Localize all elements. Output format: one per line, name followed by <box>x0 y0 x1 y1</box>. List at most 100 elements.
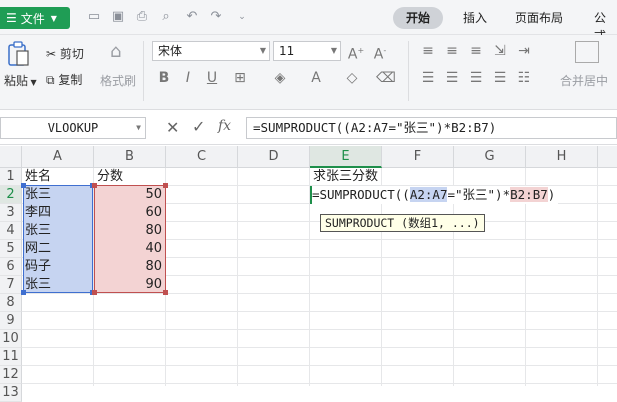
row-header-4[interactable]: 4 <box>0 222 22 240</box>
cell-b3[interactable]: 60 <box>94 204 166 222</box>
row-header-8[interactable]: 8 <box>0 294 22 312</box>
function-tooltip[interactable]: SUMPRODUCT (数组1, ...) <box>320 214 485 232</box>
cell-b6[interactable]: 80 <box>94 258 166 276</box>
format-painter-button[interactable]: 格式刷 <box>100 72 136 89</box>
formula-suffix: ) <box>547 187 556 202</box>
column-header-d[interactable]: D <box>238 146 310 168</box>
cancel-icon[interactable]: ✕ <box>166 118 179 137</box>
chevron-down-icon: ▼ <box>136 123 141 132</box>
align-middle-icon[interactable]: ≡ <box>442 41 462 61</box>
align-left-icon[interactable]: ☰ <box>418 68 438 88</box>
justify-icon[interactable]: ☰ <box>490 68 510 88</box>
font-name-select[interactable]: 宋体 ▼ <box>152 41 270 61</box>
cell-b4[interactable]: 80 <box>94 222 166 240</box>
folder-open-icon[interactable]: ▭ <box>86 9 102 25</box>
chevron-down-icon: ▼ <box>259 46 266 55</box>
row-header-1[interactable]: 1 <box>0 168 22 186</box>
font-color-icon[interactable]: A <box>306 68 326 88</box>
underline-icon[interactable]: U <box>202 68 222 88</box>
name-box-value: VLOOKUP <box>47 121 99 135</box>
tab-insert[interactable]: 插入 <box>463 9 487 27</box>
paste-button[interactable]: 粘贴 ▼ <box>4 72 37 89</box>
tab-home[interactable]: 开始 <box>393 7 443 29</box>
gridline <box>22 311 617 312</box>
row-header-12[interactable]: 12 <box>0 366 22 384</box>
decrease-font-icon[interactable]: A- <box>370 41 390 63</box>
indent-icon[interactable]: ⇥ <box>514 41 534 61</box>
cell-b7[interactable]: 90 <box>94 276 166 294</box>
customize-toolbar-icon[interactable]: ⌄ <box>234 9 250 25</box>
cell-a6[interactable]: 码子 <box>25 258 51 276</box>
column-header-f[interactable]: F <box>382 146 454 168</box>
font-size-select[interactable]: 11 ▼ <box>273 41 341 61</box>
cell-a7[interactable]: 张三 <box>25 276 51 294</box>
row-header-5[interactable]: 5 <box>0 240 22 258</box>
row-header-7[interactable]: 7 <box>0 276 22 294</box>
row-header-10[interactable]: 10 <box>0 330 22 348</box>
gridline <box>237 168 238 386</box>
bold-icon[interactable]: B <box>154 68 174 88</box>
spreadsheet-grid: A B C D E F G H 1 2 3 4 5 6 7 8 9 10 11 … <box>0 146 617 402</box>
cell-a1[interactable]: 姓名 <box>25 168 51 186</box>
eraser-icon[interactable]: ⌫ <box>376 68 396 88</box>
border-icon[interactable]: ⊞ <box>230 68 250 88</box>
italic-icon[interactable]: I <box>178 68 198 88</box>
row-header-3[interactable]: 3 <box>0 204 22 222</box>
cell-a3[interactable]: 李四 <box>25 204 51 222</box>
merge-cells-icon <box>575 41 599 63</box>
print-preview-icon[interactable]: ⌕ <box>158 9 174 25</box>
column-header-h[interactable]: H <box>526 146 598 168</box>
select-all-corner[interactable] <box>0 146 22 168</box>
clear-format-icon[interactable]: ◇ <box>342 68 362 88</box>
name-box[interactable]: VLOOKUP ▼ <box>0 117 146 139</box>
cell-a2[interactable]: 张三 <box>25 186 51 204</box>
column-header-a[interactable]: A <box>22 146 94 168</box>
cell-a4[interactable]: 张三 <box>25 222 51 240</box>
confirm-icon[interactable]: ✓ <box>192 117 205 136</box>
save-icon[interactable]: ▣ <box>110 9 126 25</box>
copy-button[interactable]: ⧉ 复制 <box>46 71 82 88</box>
row-header-9[interactable]: 9 <box>0 312 22 330</box>
align-center-icon[interactable]: ☰ <box>442 68 462 88</box>
formula-ref-b: B2:B7 <box>510 187 548 202</box>
column-header-c[interactable]: C <box>166 146 238 168</box>
tab-page-layout[interactable]: 页面布局 <box>515 9 563 27</box>
align-bottom-icon[interactable]: ≡ <box>466 41 486 61</box>
cell-e2-formula-editor[interactable]: =SUMPRODUCT((A2:A7="张三")*B2:B7) <box>312 186 559 204</box>
insert-function-button[interactable]: fx <box>218 118 231 134</box>
paste-icon[interactable] <box>4 41 32 67</box>
row-header-13[interactable]: 13 <box>0 384 22 402</box>
distributed-icon[interactable]: ☷ <box>514 68 534 88</box>
row-header-2[interactable]: 2 <box>0 186 22 204</box>
ribbon-divider <box>143 41 144 101</box>
file-menu-label: 文件 <box>20 11 45 26</box>
column-header-b[interactable]: B <box>94 146 166 168</box>
formula-prefix: =SUMPRODUCT(( <box>312 187 410 202</box>
redo-icon[interactable]: ↷ <box>208 9 224 25</box>
column-header-i[interactable] <box>598 146 617 168</box>
orientation-icon[interactable]: ⇲ <box>490 41 510 61</box>
row-header-6[interactable]: 6 <box>0 258 22 276</box>
cell-b2[interactable]: 50 <box>94 186 166 204</box>
fill-color-icon[interactable]: ◈ <box>270 68 290 88</box>
column-header-g[interactable]: G <box>454 146 526 168</box>
title-bar: ☰ 文件 ▼ ▭ ▣ ⎙ ⌕ ↶ ↷ ⌄ 开始 插入 页面布局 公式 <box>0 0 617 43</box>
formula-middle: ="张三")* <box>447 187 511 202</box>
cut-button[interactable]: ✂ 剪切 <box>46 45 84 62</box>
increase-font-icon[interactable]: A+ <box>346 41 366 63</box>
align-right-icon[interactable]: ☰ <box>466 68 486 88</box>
file-menu-button[interactable]: ☰ 文件 ▼ <box>0 7 70 29</box>
align-top-icon[interactable]: ≡ <box>418 41 438 61</box>
cell-b1[interactable]: 分数 <box>97 168 123 186</box>
font-size-value: 11 <box>279 44 295 58</box>
cell-b5[interactable]: 40 <box>94 240 166 258</box>
print-icon[interactable]: ⎙ <box>134 9 150 25</box>
cell-e1[interactable]: 求张三分数 <box>313 168 378 186</box>
merge-center-button[interactable]: 合并居中 <box>560 72 608 89</box>
cell-a5[interactable]: 网二 <box>25 240 51 258</box>
row-header-11[interactable]: 11 <box>0 348 22 366</box>
undo-icon[interactable]: ↶ <box>184 9 200 25</box>
column-header-e[interactable]: E <box>310 146 382 168</box>
ribbon-divider <box>408 41 409 101</box>
formula-input[interactable]: =SUMPRODUCT((A2:A7="张三")*B2:B7) <box>246 117 617 139</box>
